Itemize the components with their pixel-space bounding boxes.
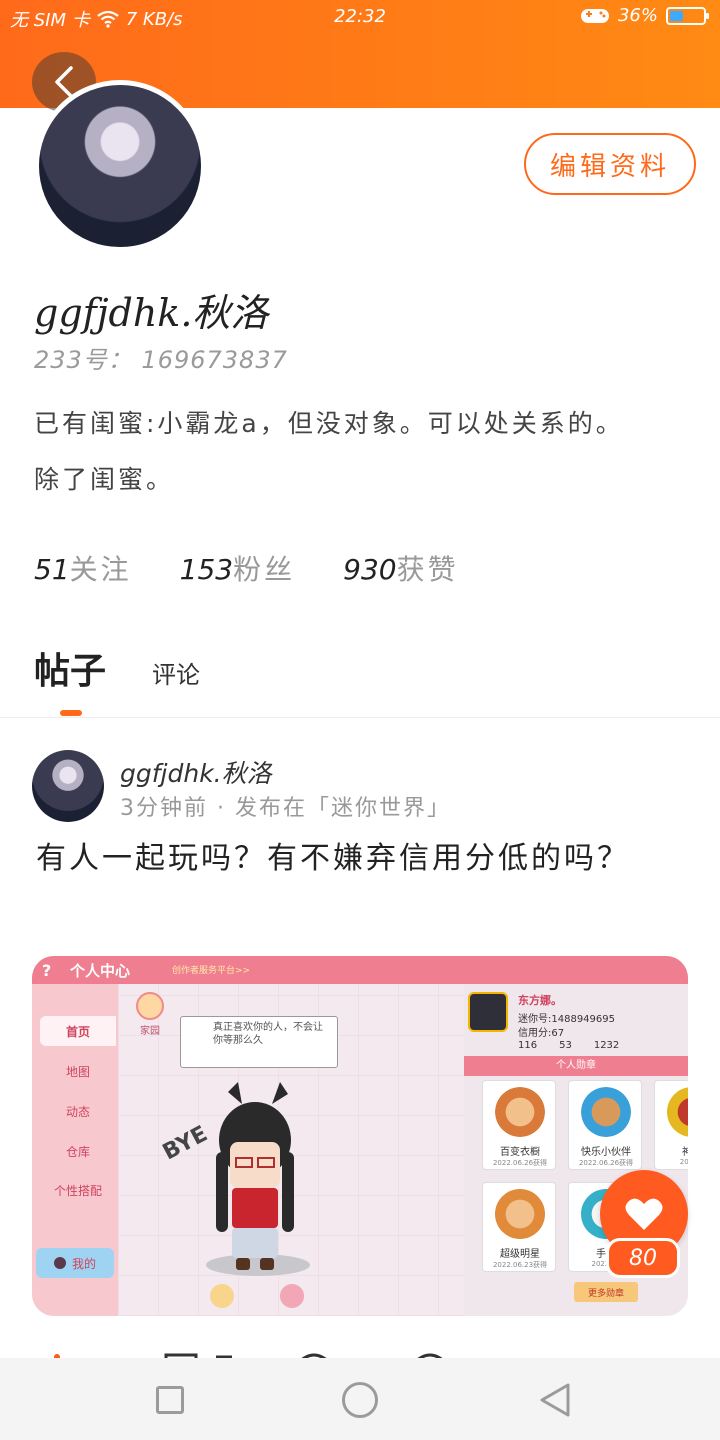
tabs-divider — [0, 717, 720, 718]
game-badge-name: 百变衣橱 — [500, 1147, 540, 1158]
game-badge: 神秘 2022.0 — [654, 1080, 688, 1170]
stat-followers-label: 粉丝 — [233, 553, 296, 586]
game-badge-date: 2022.06.23获得 — [492, 1261, 548, 1269]
game-badge-coin — [495, 1087, 545, 1137]
profile-avatar[interactable] — [34, 80, 206, 252]
game-home-icon — [136, 992, 164, 1020]
game-badge: 百变衣橱 2022.06.26获得 — [482, 1080, 556, 1170]
game-badge: 快乐小伙伴 2022.06.26获得 — [568, 1080, 642, 1170]
game-subtitle: 创作者服务平台>> — [172, 966, 251, 976]
game-more-badges: 更多勋章 — [574, 1282, 638, 1302]
profile-bio: 已有闺蜜:小霸龙a，但没对象。可以处关系的。除了闺蜜。 — [34, 409, 624, 494]
home-button[interactable] — [342, 1382, 378, 1418]
game-count-2: 53 — [559, 1040, 572, 1051]
game-badge-name: 快乐小伙伴 — [581, 1147, 631, 1158]
like-count: 80 — [606, 1238, 680, 1278]
profile-tabs: 帖子 评论 — [34, 642, 200, 694]
post-text[interactable]: 有人一起玩吗？有不嫌弃信用分低的吗？ — [36, 834, 676, 884]
game-home-label: 家园 — [140, 1026, 160, 1037]
stat-following-label: 关注 — [69, 553, 132, 586]
stat-likes[interactable]: 930获赞 — [343, 548, 458, 588]
game-character — [216, 1082, 294, 1270]
stat-following[interactable]: 51关注 — [34, 548, 132, 588]
status-bar: 无 SIM 卡 7 KB/s 22:32 36% — [0, 0, 720, 36]
gamepad-icon — [580, 8, 609, 23]
game-badge-coin — [581, 1087, 631, 1137]
battery-fill — [670, 10, 683, 21]
game-badge-header: 个人勋章 — [464, 1056, 688, 1076]
game-count-1: 116 — [518, 1040, 538, 1051]
game-user-counts: 116 53 1232 — [518, 1040, 619, 1051]
game-user-avatar — [468, 992, 508, 1032]
tab-comments[interactable]: 评论 — [152, 655, 200, 694]
battery-percent: 36% — [617, 5, 658, 26]
game-side-map: 地图 — [65, 1064, 90, 1079]
recents-button[interactable] — [156, 1386, 184, 1414]
post-image[interactable]: ? 个人中心 创作者服务平台>> 首页 地图 动态 仓库 个性搭配 我的 家园 … — [32, 956, 688, 1316]
post-author-name[interactable]: ggfjdhk.秋洛 — [120, 754, 272, 790]
game-topbar: ? 个人中心 创作者服务平台>> — [32, 956, 688, 984]
game-badge-date: 2022.06.26获得 — [492, 1159, 548, 1167]
profile-user-id: 233号： 169673837 — [34, 346, 288, 374]
game-count-3: 1232 — [593, 1040, 620, 1051]
edit-profile-button[interactable]: 编辑资料 — [524, 133, 696, 195]
game-title: 个人中心 — [70, 962, 131, 980]
game-bag-icon — [280, 1284, 304, 1308]
system-nav-bar — [0, 1358, 720, 1440]
game-side-feed: 动态 — [65, 1104, 90, 1119]
stat-followers-count: 153 — [179, 553, 234, 586]
game-badge-name: 超级明星 — [500, 1249, 540, 1260]
help-icon: ? — [42, 961, 51, 980]
game-user-id: 迷你号:1488949695 — [518, 1014, 615, 1025]
game-side-home: 首页 — [40, 1016, 116, 1046]
game-mine: 我的 — [36, 1248, 114, 1278]
game-mine-icon — [53, 1257, 66, 1269]
post-meta: 3分钟前 · 发布在「迷你世界」 — [120, 796, 451, 821]
stat-likes-label: 获赞 — [396, 553, 459, 586]
tab-indicator — [60, 710, 82, 716]
game-badge: 超级明星 2022.06.23获得 — [482, 1182, 556, 1272]
game-badge-coin — [667, 1087, 688, 1137]
game-side-outfit: 个性搭配 — [53, 1183, 102, 1198]
game-edit-icon — [210, 1284, 234, 1308]
game-badge-coin — [495, 1189, 545, 1239]
game-badge-date: 2022.0 — [679, 1158, 688, 1166]
game-side-storage: 仓库 — [65, 1144, 90, 1159]
game-badge-date: 2022.06.26获得 — [578, 1159, 634, 1167]
tab-posts[interactable]: 帖子 — [34, 642, 106, 694]
game-mine-label: 我的 — [71, 1256, 96, 1271]
game-user-credit: 信用分:67 — [518, 1028, 565, 1039]
stat-followers[interactable]: 153粉丝 — [180, 548, 295, 588]
game-user-name: 东方娜。 — [518, 994, 562, 1007]
status-right: 36% — [580, 5, 709, 26]
game-badge-name: 神秘 — [682, 1147, 688, 1158]
heart-icon — [625, 1198, 663, 1230]
profile-username: ggfjdhk.秋洛 — [34, 291, 269, 335]
back-triangle-icon[interactable] — [538, 1382, 572, 1418]
game-speech-bubble: 真正喜欢你的人，不会让你等那么久 — [180, 1016, 338, 1068]
profile-stats: 51关注 153粉丝 930获赞 — [34, 548, 459, 588]
stat-likes-count: 930 — [343, 553, 397, 586]
battery-icon — [666, 6, 709, 25]
stat-following-count: 51 — [34, 553, 70, 586]
svg-text:?: ? — [42, 961, 51, 980]
post-author-avatar[interactable] — [32, 750, 104, 822]
